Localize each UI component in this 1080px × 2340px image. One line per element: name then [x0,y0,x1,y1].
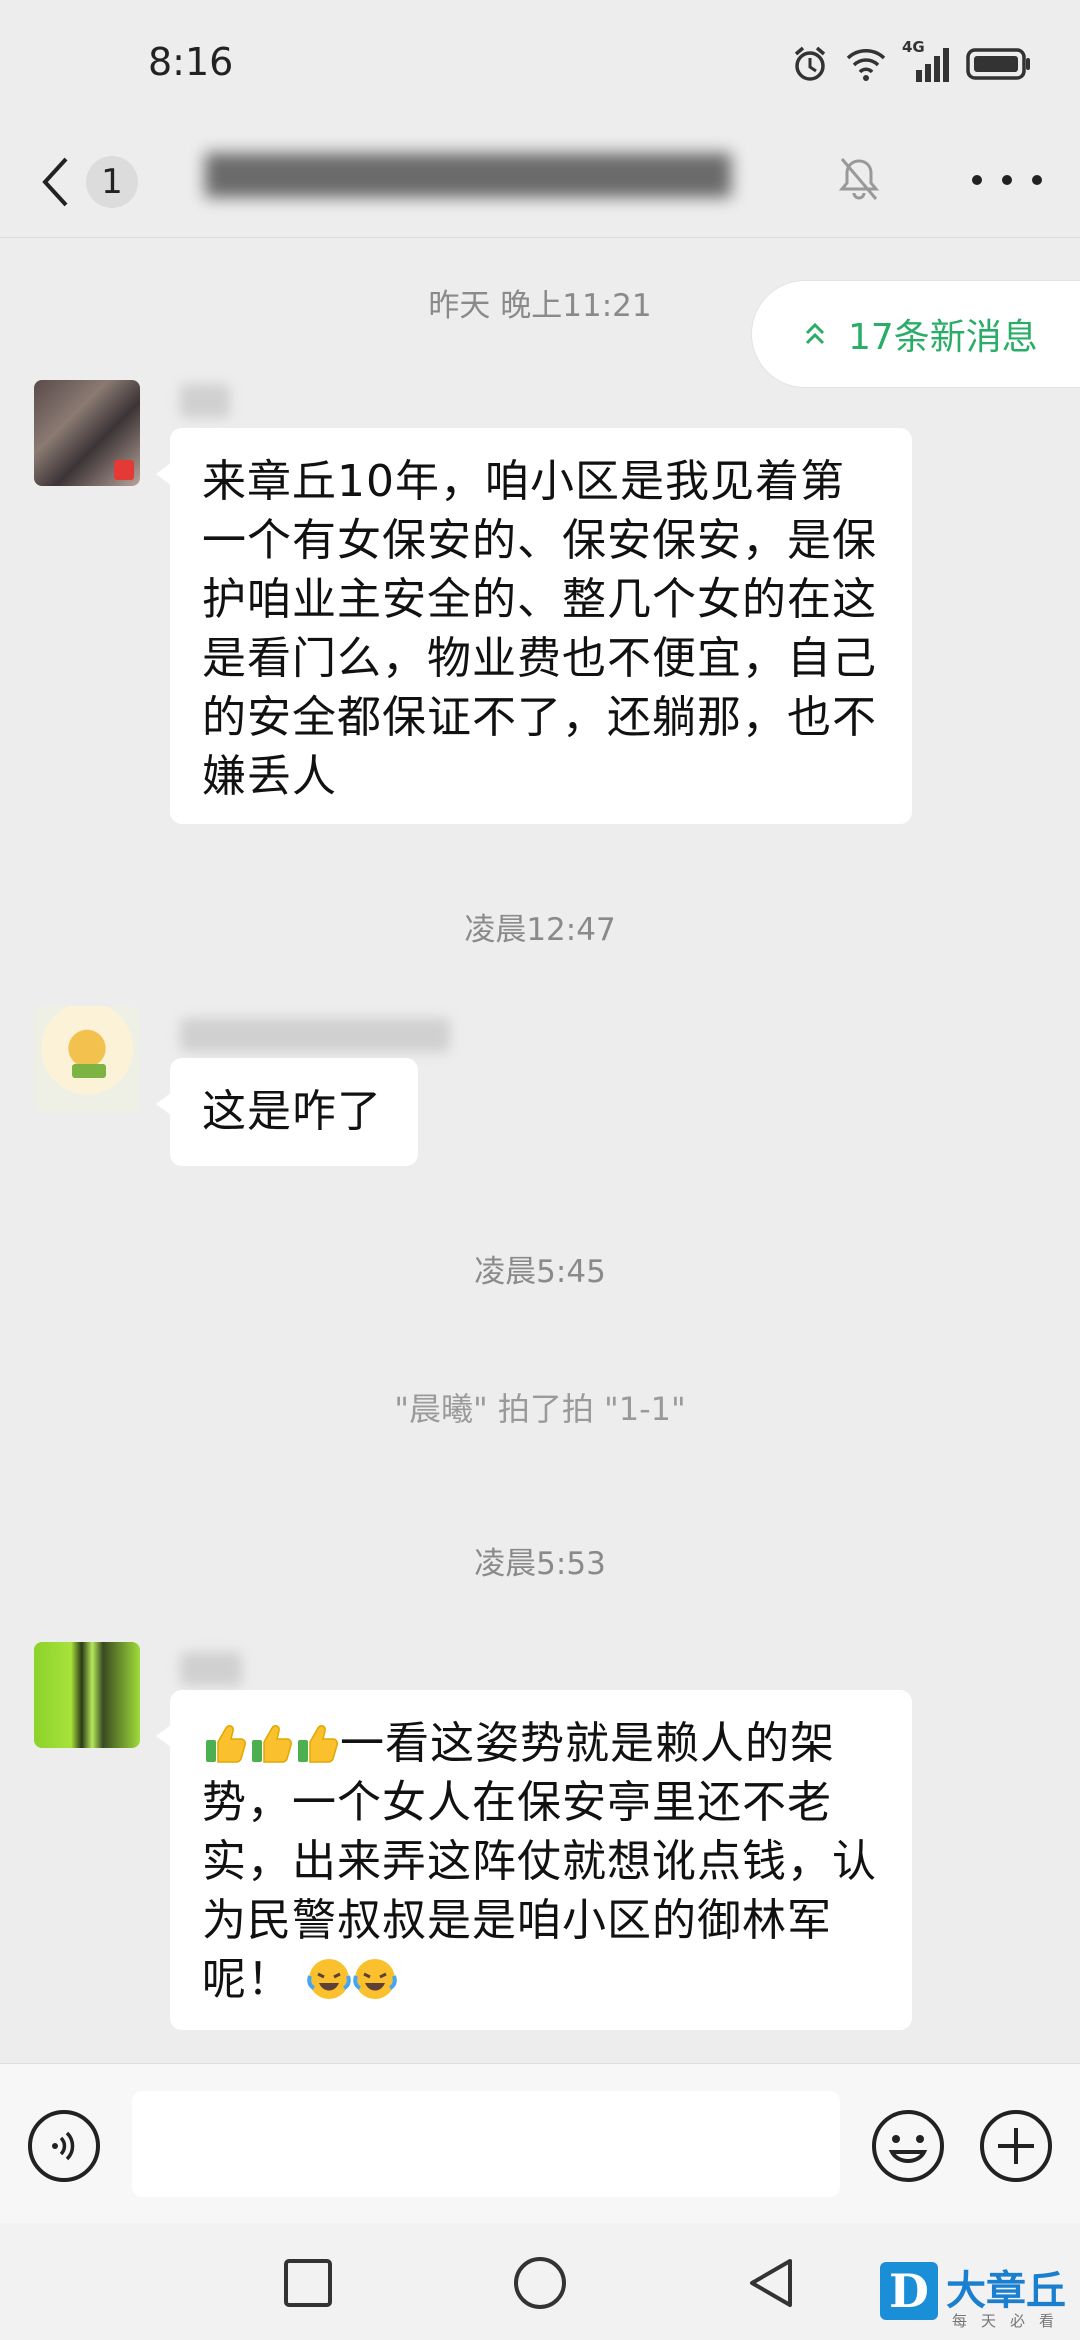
watermark-logo: D 大章丘 每天必看 [880,2258,1080,2340]
back-nav-button[interactable] [742,2253,802,2313]
message-bubble[interactable]: 一看这姿势就是赖人的架势，一个女人在保安亭里还不老实，出来弄这阵仗就想讹点钱，认… [156,1690,912,2030]
more-dot-icon [1002,175,1012,185]
more-options-button[interactable] [972,155,1042,205]
thumbs-up-icon [206,1725,246,1763]
plus-button[interactable] [978,2108,1054,2184]
watermark-d-logo: D [880,2262,938,2320]
sender-name [180,384,230,418]
thumbs-up-icon [298,1725,338,1763]
status-time: 8:16 [148,40,234,84]
alarm-icon [794,46,826,81]
chat-header: 1 ██████████████████ [0,125,1080,238]
home-button[interactable] [510,2253,570,2313]
unread-count-badge: 1 [86,156,138,208]
laughing-crying-face-icon [307,1959,351,1999]
message-bubble[interactable]: 来章丘10年，咱小区是我见着第一个有女保安的、保安保安，是保护咱业主安全的、整几… [156,428,912,824]
more-dot-icon [972,175,982,185]
voice-icon [52,2131,75,2161]
recent-apps-button[interactable] [278,2253,338,2313]
avatar[interactable] [34,1006,140,1112]
more-dot-icon [1032,175,1042,185]
message-input[interactable] [132,2091,840,2197]
timestamp: 凌晨5:53 [474,1546,606,1582]
back-button[interactable]: 1 [40,147,200,217]
status-bar: 8:16 4G [0,0,1080,125]
sender-name [180,1652,242,1686]
double-chevron-up-icon [805,322,825,345]
chat-title: ██████████████████ [205,153,732,197]
timestamp: 凌晨5:45 [474,1254,606,1290]
timestamp: 凌晨12:47 [464,912,616,948]
input-bar [0,2063,1080,2224]
sender-name [180,1018,450,1052]
new-messages-label: 17条新消息 [848,317,1038,358]
chat-area[interactable]: 昨天 晚上11:21 17条新消息 来章丘10年，咱小区是我见着第一个有女保安的… [0,238,1080,2063]
mute-bell-icon [838,158,880,200]
voice-button[interactable] [28,2110,100,2182]
emoji-button[interactable] [870,2108,946,2184]
status-icons: 4G [790,38,1032,84]
chevron-left-icon [42,157,68,207]
avatar[interactable] [34,380,140,486]
laughing-crying-face-icon [353,1959,397,1999]
network-label: 4G [902,38,925,56]
pat-notification: "晨曦" 拍了拍 "1-1" [394,1390,686,1428]
signal-icon: 4G [902,38,952,84]
battery-icon [966,48,1030,80]
watermark-slogan: 每天必看 [952,2312,1069,2330]
wifi-icon [846,49,886,81]
watermark-brand: 大章丘 [946,2268,1066,2314]
avatar[interactable] [34,1642,140,1748]
new-messages-button[interactable]: 17条新消息 [752,281,1080,387]
message-bubble[interactable]: 这是咋了 [156,1058,418,1166]
thumbs-up-icon [252,1725,292,1763]
